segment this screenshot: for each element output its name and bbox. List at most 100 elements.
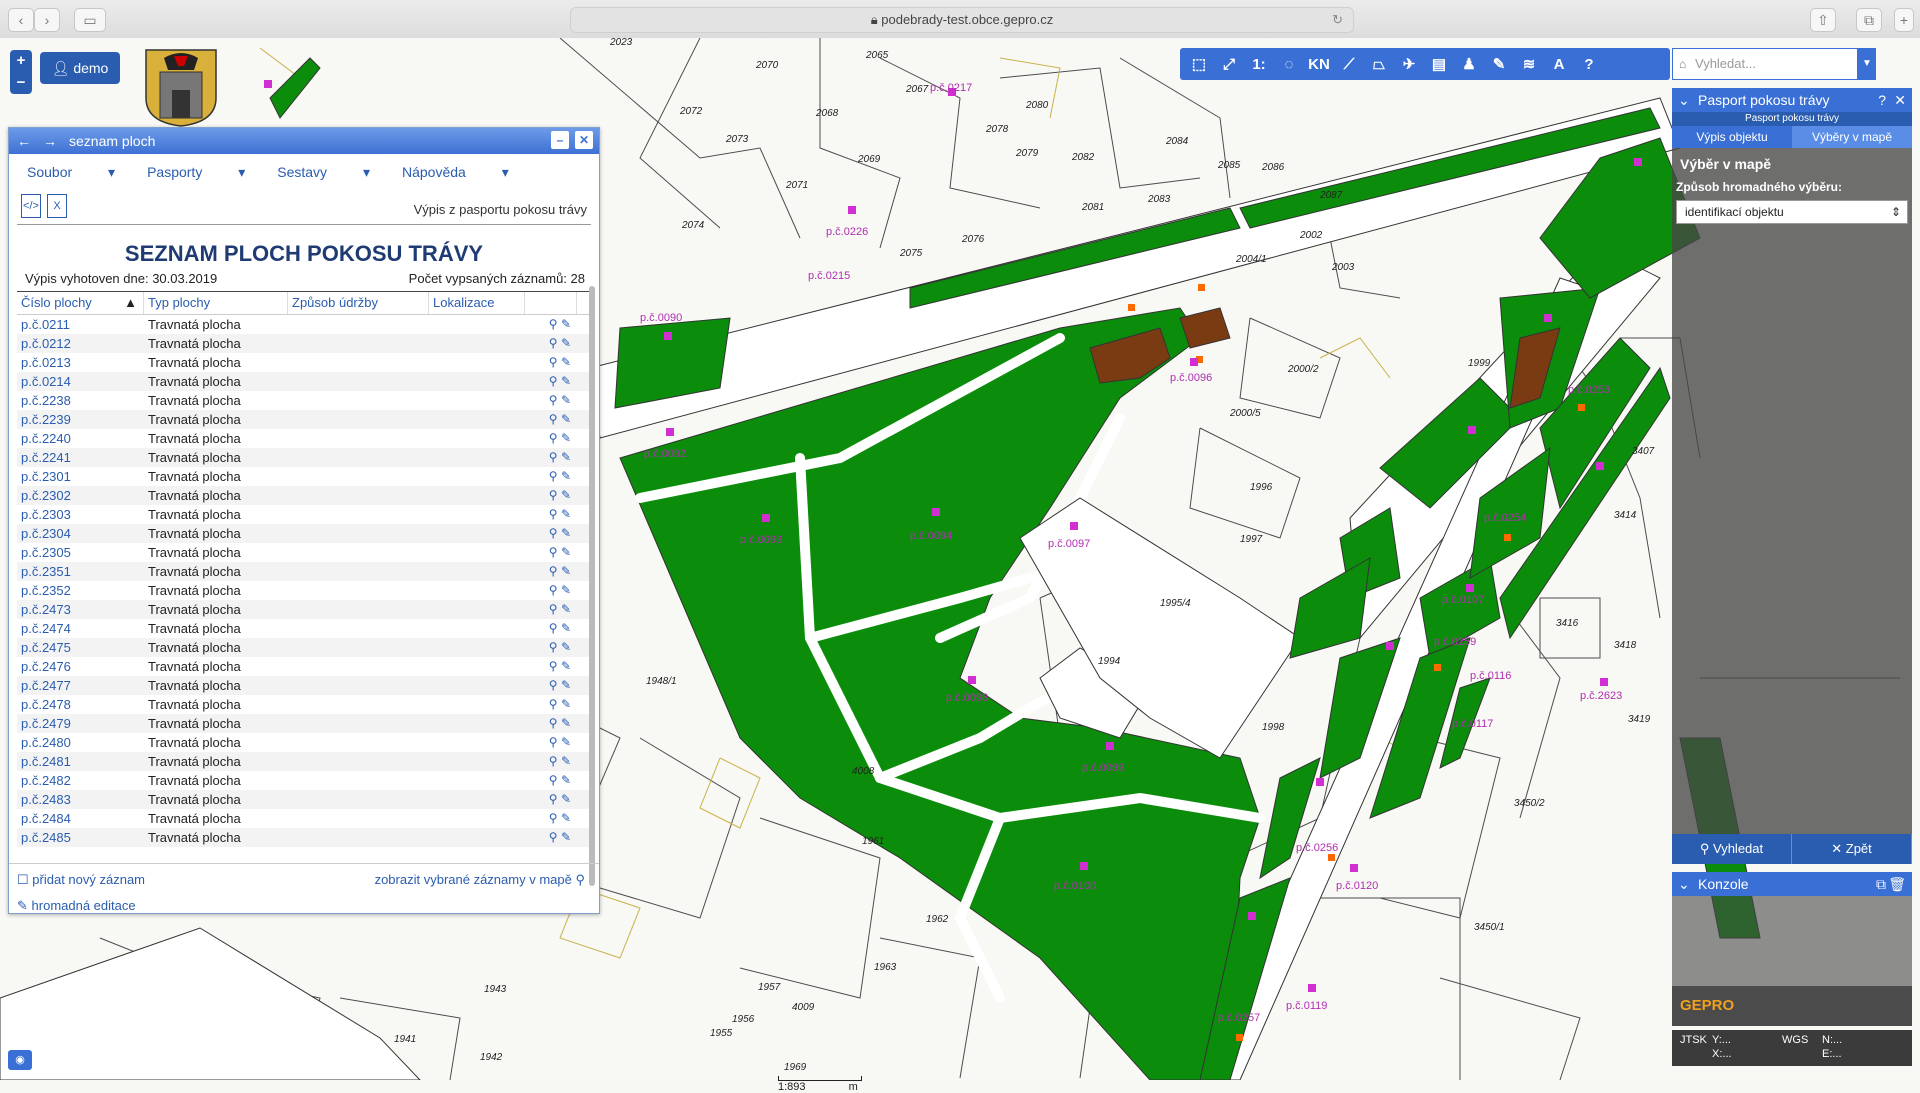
locate-icon[interactable]: ⚲ <box>549 583 558 597</box>
table-row[interactable]: p.č.2304 Travnatá plocha ⚲ ✎ <box>17 524 591 543</box>
table-row[interactable]: p.č.2351 Travnatá plocha ⚲ ✎ <box>17 562 591 581</box>
locate-icon[interactable]: ⚲ <box>549 697 558 711</box>
eye-icon[interactable]: ◉ <box>8 1050 32 1070</box>
table-row[interactable]: p.č.2301 Travnatá plocha ⚲ ✎ <box>17 467 591 486</box>
trash-icon[interactable]: 🗑︎ <box>1888 872 1906 896</box>
forward-arrow-icon[interactable]: → <box>39 128 61 154</box>
copy-icon[interactable]: ⧉ <box>1876 872 1886 896</box>
menu-pasporty[interactable]: Pasporty ▾ <box>147 164 245 181</box>
table-row[interactable]: p.č.2475 Travnatá plocha ⚲ ✎ <box>17 638 591 657</box>
edit-icon[interactable]: ✎ <box>561 526 571 540</box>
tab-vybery-v-mape[interactable]: Výběry v mapě <box>1792 126 1912 148</box>
table-scrollbar[interactable] <box>589 286 595 886</box>
table-row[interactable]: p.č.2479 Travnatá plocha ⚲ ✎ <box>17 714 591 733</box>
back-icon[interactable]: ‹ <box>8 8 34 32</box>
edit-icon[interactable]: ✎ <box>561 830 571 844</box>
col-cislo-plochy[interactable]: Číslo plochy ▲ <box>17 292 144 314</box>
edit-icon[interactable]: ✎ <box>561 374 571 388</box>
text-icon[interactable]: A <box>1544 50 1574 78</box>
edit-icon[interactable]: ✎ <box>561 488 571 502</box>
minimize-icon[interactable]: – <box>551 131 569 149</box>
table-row[interactable]: p.č.2482 Travnatá plocha ⚲ ✎ <box>17 771 591 790</box>
col-zpusob-udrzby[interactable]: Způsob údržby <box>288 292 429 314</box>
table-row[interactable]: p.č.2474 Travnatá plocha ⚲ ✎ <box>17 619 591 638</box>
locate-icon[interactable]: ⚲ <box>549 431 558 445</box>
close-icon[interactable]: ✕ <box>575 131 593 149</box>
excel-export-icon[interactable]: X <box>47 194 67 218</box>
sidebar-icon[interactable]: ▭ <box>74 8 106 32</box>
table-row[interactable]: p.č.2241 Travnatá plocha ⚲ ✎ <box>17 448 591 467</box>
zoom-in-icon[interactable]: + <box>10 50 32 72</box>
edit-icon[interactable]: ✎ <box>561 355 571 369</box>
table-row[interactable]: p.č.2476 Travnatá plocha ⚲ ✎ <box>17 657 591 676</box>
tab-vypis-objektu[interactable]: Výpis objektu <box>1672 126 1792 148</box>
col-lokalizace[interactable]: Lokalizace <box>429 292 525 314</box>
pencil-icon[interactable]: ✎ <box>1484 50 1514 78</box>
table-row[interactable]: p.č.2303 Travnatá plocha ⚲ ✎ <box>17 505 591 524</box>
search-dropdown-icon[interactable]: ▼ <box>1858 48 1876 80</box>
locate-icon[interactable]: ⚲ <box>549 621 558 635</box>
user-button[interactable]: 👤︎ demo <box>40 52 120 84</box>
locate-icon[interactable]: ⚲ <box>549 754 558 768</box>
table-row[interactable]: p.č.2352 Travnatá plocha ⚲ ✎ <box>17 581 591 600</box>
edit-icon[interactable]: ✎ <box>561 659 571 673</box>
edit-icon[interactable]: ✎ <box>561 621 571 635</box>
share-icon[interactable]: ⇧ <box>1810 8 1836 32</box>
locate-icon[interactable]: ⚲ <box>549 678 558 692</box>
locate-icon[interactable]: ⚲ <box>549 602 558 616</box>
table-row[interactable]: p.č.2240 Travnatá plocha ⚲ ✎ <box>17 429 591 448</box>
table-row[interactable]: p.č.2481 Travnatá plocha ⚲ ✎ <box>17 752 591 771</box>
edit-icon[interactable]: ✎ <box>561 811 571 825</box>
table-row[interactable]: p.č.2305 Travnatá plocha ⚲ ✎ <box>17 543 591 562</box>
edit-icon[interactable]: ✎ <box>561 507 571 521</box>
scale-icon[interactable]: 1: <box>1244 50 1274 78</box>
reload-icon[interactable]: ↻ <box>1332 8 1343 32</box>
edit-icon[interactable]: ✎ <box>561 678 571 692</box>
help-icon[interactable]: ? <box>1878 88 1886 112</box>
menu-soubor[interactable]: Soubor ▾ <box>27 164 115 181</box>
locate-icon[interactable]: ⚲ <box>549 640 558 654</box>
edit-icon[interactable]: ✎ <box>561 583 571 597</box>
edit-icon[interactable]: ✎ <box>561 716 571 730</box>
table-row[interactable]: p.č.0214 Travnatá plocha ⚲ ✎ <box>17 372 591 391</box>
edit-icon[interactable]: ✎ <box>561 564 571 578</box>
measure-line-icon[interactable]: ⟋ <box>1334 50 1364 78</box>
close-icon[interactable]: ✕ <box>1894 88 1906 112</box>
locate-icon[interactable]: ⚲ <box>549 716 558 730</box>
tabs-icon[interactable]: ⧉ <box>1856 8 1882 32</box>
back-arrow-icon[interactable]: ← <box>13 128 35 154</box>
table-row[interactable]: p.č.2238 Travnatá plocha ⚲ ✎ <box>17 391 591 410</box>
edit-icon[interactable]: ✎ <box>561 393 571 407</box>
locate-icon[interactable]: ⚲ <box>549 450 558 464</box>
bulk-edit-link[interactable]: ✎ hromadná editace <box>17 898 136 914</box>
locate-icon[interactable]: ⚲ <box>549 336 558 350</box>
back-button[interactable]: ✕ Zpět <box>1792 834 1912 864</box>
menu-napoveda[interactable]: Nápověda ▾ <box>402 164 509 181</box>
locate-icon[interactable]: ⚲ <box>549 526 558 540</box>
locate-icon[interactable]: ⚲ <box>549 507 558 521</box>
table-row[interactable]: p.č.2483 Travnatá plocha ⚲ ✎ <box>17 790 591 809</box>
show-selected-link[interactable]: zobrazit vybrané záznamy v mapě ⚲ <box>375 872 585 888</box>
locate-icon[interactable]: ⚲ <box>549 469 558 483</box>
search-button[interactable]: ⚲ Vyhledat <box>1672 834 1792 864</box>
edit-icon[interactable]: ✎ <box>561 336 571 350</box>
edit-icon[interactable]: ✎ <box>561 697 571 711</box>
collapse-icon[interactable]: ⌄ <box>1678 872 1690 896</box>
locate-icon[interactable]: ⚲ <box>549 735 558 749</box>
edit-icon[interactable]: ✎ <box>561 773 571 787</box>
locate-icon[interactable]: ⚲ <box>549 659 558 673</box>
table-row[interactable]: p.č.2484 Travnatá plocha ⚲ ✎ <box>17 809 591 828</box>
edit-icon[interactable]: ✎ <box>561 735 571 749</box>
locate-icon[interactable]: ⚲ <box>549 412 558 426</box>
table-row[interactable]: p.č.2302 Travnatá plocha ⚲ ✎ <box>17 486 591 505</box>
edit-icon[interactable]: ✎ <box>561 602 571 616</box>
edit-icon[interactable]: ✎ <box>561 412 571 426</box>
measure-area-icon[interactable]: ⏢ <box>1364 50 1394 78</box>
table-row[interactable]: p.č.2480 Travnatá plocha ⚲ ✎ <box>17 733 591 752</box>
table-row[interactable]: p.č.0211 Travnatá plocha ⚲ ✎ <box>17 315 591 334</box>
locate-icon[interactable]: ⚲ <box>549 355 558 369</box>
locate-icon[interactable]: ⚲ <box>549 488 558 502</box>
locate-icon[interactable]: ⚲ <box>549 830 558 844</box>
table-row[interactable]: p.č.2478 Travnatá plocha ⚲ ✎ <box>17 695 591 714</box>
locate-icon[interactable]: ⚲ <box>549 792 558 806</box>
